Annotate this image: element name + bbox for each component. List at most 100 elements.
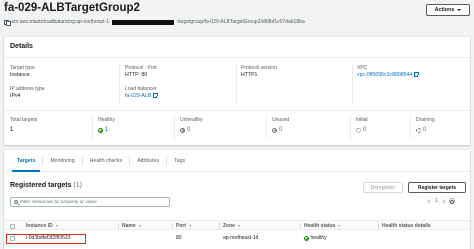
deregister-button[interactable]: Deregister: [363, 182, 403, 193]
check-circle-icon: [304, 235, 309, 241]
unused-stat: Unused 0: [272, 117, 289, 133]
unhealthy-label: Unhealthy: [180, 117, 203, 123]
sort-icon: [138, 224, 141, 227]
column-divider: [350, 115, 351, 139]
column-separator: [378, 223, 379, 229]
external-link-icon: [413, 71, 420, 77]
tab-targets[interactable]: Targets: [10, 150, 42, 172]
gear-icon[interactable]: [448, 198, 455, 204]
protocol-port-label: Protocol : Port: [125, 65, 157, 71]
ip-address-type-label: IP address type: [10, 86, 45, 92]
column-header-instance-id[interactable]: Instance ID: [26, 223, 58, 229]
load-balancer-value[interactable]: fa-029-ALB: [125, 93, 151, 99]
draining-value: 0: [423, 127, 427, 133]
initial-value: 0: [363, 127, 367, 133]
unhealthy-stat: Unhealthy 0: [180, 117, 203, 133]
annotation-highlight-box: [6, 234, 86, 244]
initial-label: Initial: [356, 117, 368, 123]
registered-targets-label: Registered targets: [10, 182, 72, 189]
total-targets-value: 1: [10, 127, 14, 133]
details-title: Details: [10, 43, 33, 50]
health-status-value: healthy: [310, 235, 327, 241]
sort-icon: [55, 224, 58, 227]
load-balancer-label: Load balancer: [125, 86, 157, 92]
redacted-account-id: [112, 19, 175, 25]
arn-row: arn:aws:elasticloadbalancing:ap-northeas…: [4, 19, 305, 27]
column-divider: [119, 64, 120, 104]
sort-icon: [338, 224, 341, 227]
vpc-link[interactable]: vpc-0ff5095c2c8808544: [357, 71, 420, 78]
external-link-icon: [152, 92, 158, 98]
load-balancer-link[interactable]: fa-029-ALB: [125, 92, 158, 99]
select-all-checkbox[interactable]: [10, 223, 15, 229]
search-icon: [14, 200, 18, 204]
register-targets-button[interactable]: Register targets: [408, 182, 466, 193]
actions-button-label: Actions: [434, 7, 455, 13]
table-header: Instance ID Name Port Zone Health status…: [4, 220, 470, 230]
healthy-value[interactable]: 1: [105, 127, 108, 133]
sort-icon: [237, 224, 240, 227]
instance-port: 80: [176, 235, 182, 241]
copy-icon[interactable]: [4, 19, 11, 27]
page-number[interactable]: 1: [435, 198, 438, 204]
targets-panel: Targets Monitoring Health checks Attribu…: [4, 150, 470, 249]
unused-value: 0: [279, 127, 283, 133]
tab-health-checks[interactable]: Health checks: [83, 150, 130, 172]
column-separator: [219, 223, 220, 229]
column-divider: [92, 115, 93, 139]
healthy-label: Healthy: [98, 117, 115, 123]
column-header-name[interactable]: Name: [122, 223, 141, 229]
registered-targets-title: Registered targets (1): [10, 182, 82, 189]
arn-prefix: arn:aws:elasticloadbalancing:ap-northeas…: [11, 19, 111, 25]
caret-down-icon: [457, 9, 462, 11]
draining-label: Draining: [416, 117, 435, 123]
pending-icon: [416, 127, 421, 133]
column-divider: [352, 64, 353, 104]
status-divider: [4, 110, 470, 111]
column-divider: [266, 115, 267, 139]
column-separator: [118, 223, 119, 229]
vpc-value[interactable]: vpc-0ff5095c2c8808544: [357, 72, 412, 78]
unused-label: Unused: [272, 117, 290, 123]
minus-circle-icon: [272, 127, 277, 133]
chevron-right-icon[interactable]: [441, 198, 446, 204]
column-header-port[interactable]: Port: [176, 223, 191, 229]
column-separator: [172, 223, 173, 229]
filter-placeholder: Filter resources by property or value: [20, 199, 97, 205]
check-circle-icon: [98, 127, 103, 133]
protocol-port-value: HTTP: 80: [125, 72, 148, 78]
x-circle-icon: [180, 127, 185, 133]
filter-input[interactable]: Filter resources by property or value: [10, 197, 170, 207]
chevron-left-icon[interactable]: [427, 198, 432, 204]
column-header-zone[interactable]: Zone: [223, 223, 240, 229]
tab-monitoring[interactable]: Monitoring: [43, 150, 81, 172]
column-header-health-status[interactable]: Health status: [304, 223, 341, 229]
pagination: 1: [427, 198, 455, 204]
draining-stat: Draining 0: [416, 117, 435, 133]
total-targets-stat: Total targets 1: [10, 117, 37, 133]
column-header-health-details[interactable]: Health status details: [382, 223, 431, 229]
healthy-stat: Healthy 1: [98, 117, 115, 133]
vpc-label: VPC: [357, 65, 368, 71]
column-separator: [300, 223, 301, 229]
total-targets-label: Total targets: [10, 117, 38, 123]
ip-address-type-value: IPv4: [10, 93, 21, 99]
unhealthy-value: 0: [187, 127, 191, 133]
tab-attributes[interactable]: Attributes: [130, 150, 166, 172]
registered-targets-count: (1): [73, 182, 82, 189]
target-type-label: Target type: [10, 65, 35, 71]
column-divider: [410, 115, 411, 139]
actions-button[interactable]: Actions: [426, 4, 470, 16]
tab-bar: Targets Monitoring Health checks Attribu…: [4, 150, 470, 172]
health-status: healthy: [304, 235, 327, 241]
column-divider: [174, 115, 175, 139]
target-type-value: Instance: [10, 72, 30, 78]
protocol-version-value: HTTP1: [241, 72, 258, 78]
instance-zone: ap-northeast-1d: [223, 235, 259, 241]
details-divider: [4, 57, 470, 58]
tab-tags[interactable]: Tags: [167, 150, 192, 172]
sort-icon: [189, 224, 191, 227]
initial-stat: Initial 0: [356, 117, 368, 133]
column-divider: [236, 64, 237, 104]
spinner-icon: [356, 127, 361, 133]
